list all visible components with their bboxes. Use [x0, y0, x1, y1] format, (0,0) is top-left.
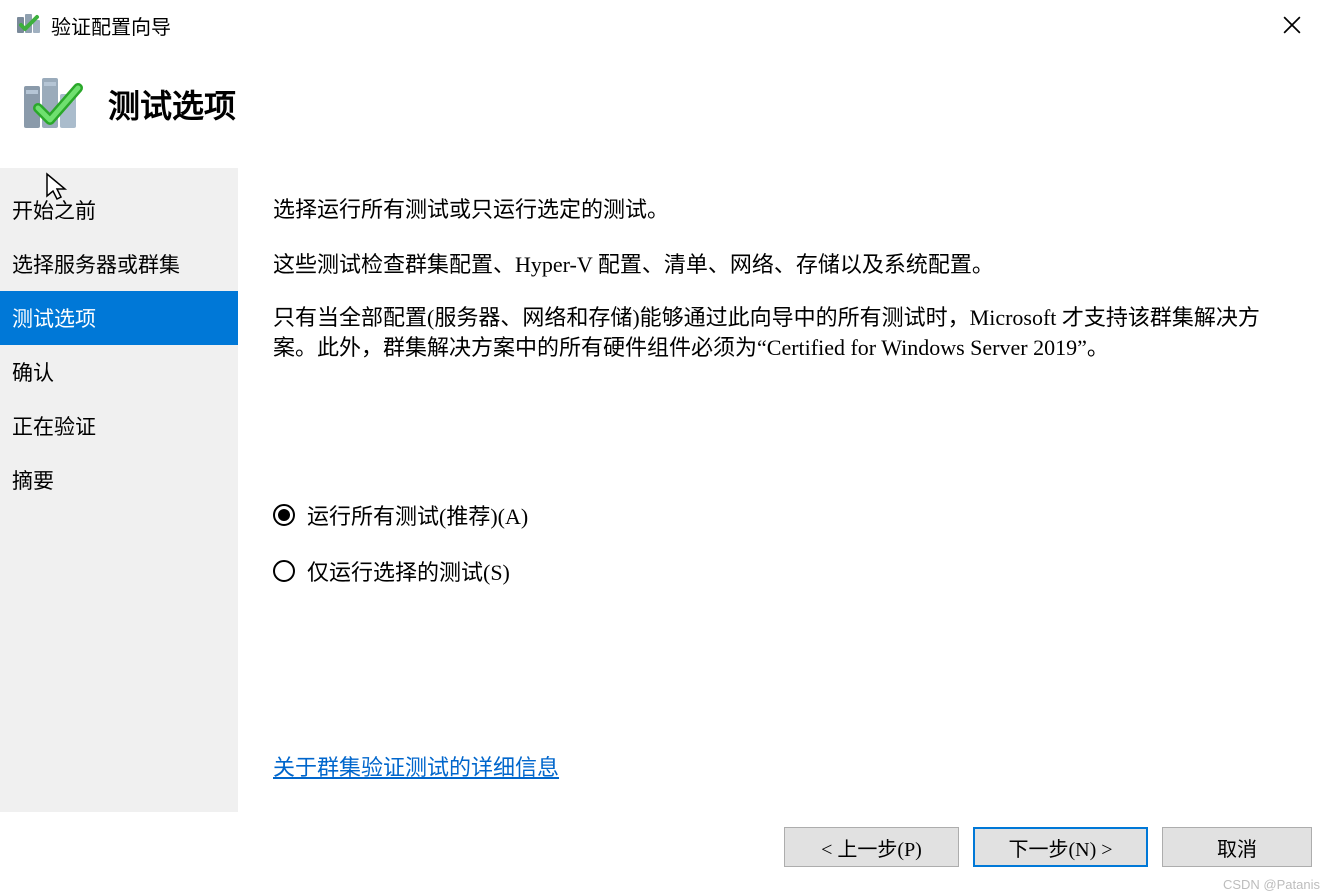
wizard-header: 测试选项 [0, 50, 1332, 168]
sidebar-item-confirmation[interactable]: 确认 [0, 345, 238, 399]
wizard-sidebar: 开始之前 选择服务器或群集 测试选项 确认 正在验证 摘要 [0, 168, 238, 812]
wizard-content: 选择运行所有测试或只运行选定的测试。 这些测试检查群集配置、Hyper-V 配置… [238, 168, 1332, 812]
radio-indicator-icon [273, 560, 295, 582]
more-info-link[interactable]: 关于群集验证测试的详细信息 [273, 750, 1302, 782]
radio-run-all-tests[interactable]: 运行所有测试(推荐)(A) [273, 499, 1302, 531]
wizard-buttons: < 上一步(P) 下一步(N) > 取消 [0, 812, 1332, 882]
instruction-text-2: 这些测试检查群集配置、Hyper-V 配置、清单、网络、存储以及系统配置。 [273, 248, 1302, 281]
sidebar-item-before-begin[interactable]: 开始之前 [0, 183, 238, 237]
watermark-text: CSDN @Patanis [1223, 877, 1320, 892]
radio-group: 运行所有测试(推荐)(A) 仅运行选择的测试(S) [273, 499, 1302, 611]
radio-run-selected-tests[interactable]: 仅运行选择的测试(S) [273, 555, 1302, 587]
instruction-text-1: 选择运行所有测试或只运行选定的测试。 [273, 193, 1302, 226]
cancel-button[interactable]: 取消 [1162, 827, 1312, 867]
radio-label-selected: 仅运行选择的测试(S) [307, 555, 510, 587]
sidebar-item-select-servers[interactable]: 选择服务器或群集 [0, 237, 238, 291]
previous-button[interactable]: < 上一步(P) [784, 827, 959, 867]
radio-indicator-icon [273, 504, 295, 526]
titlebar-left: 验证配置向导 [15, 11, 171, 40]
next-button[interactable]: 下一步(N) > [973, 827, 1148, 867]
sidebar-item-test-options[interactable]: 测试选项 [0, 291, 238, 345]
radio-label-all: 运行所有测试(推荐)(A) [307, 499, 528, 531]
instruction-text-3: 只有当全部配置(服务器、网络和存储)能够通过此向导中的所有测试时，Microso… [273, 303, 1302, 362]
main-area: 开始之前 选择服务器或群集 测试选项 确认 正在验证 摘要 选择运行所有测试或只… [0, 168, 1332, 812]
sidebar-item-validating[interactable]: 正在验证 [0, 399, 238, 453]
window-title: 验证配置向导 [51, 11, 171, 40]
page-title: 测试选项 [108, 81, 236, 127]
close-button[interactable] [1272, 5, 1312, 45]
sidebar-item-summary[interactable]: 摘要 [0, 453, 238, 507]
titlebar: 验证配置向导 [0, 0, 1332, 50]
wizard-header-icon [20, 70, 88, 138]
wizard-title-icon [15, 11, 43, 39]
